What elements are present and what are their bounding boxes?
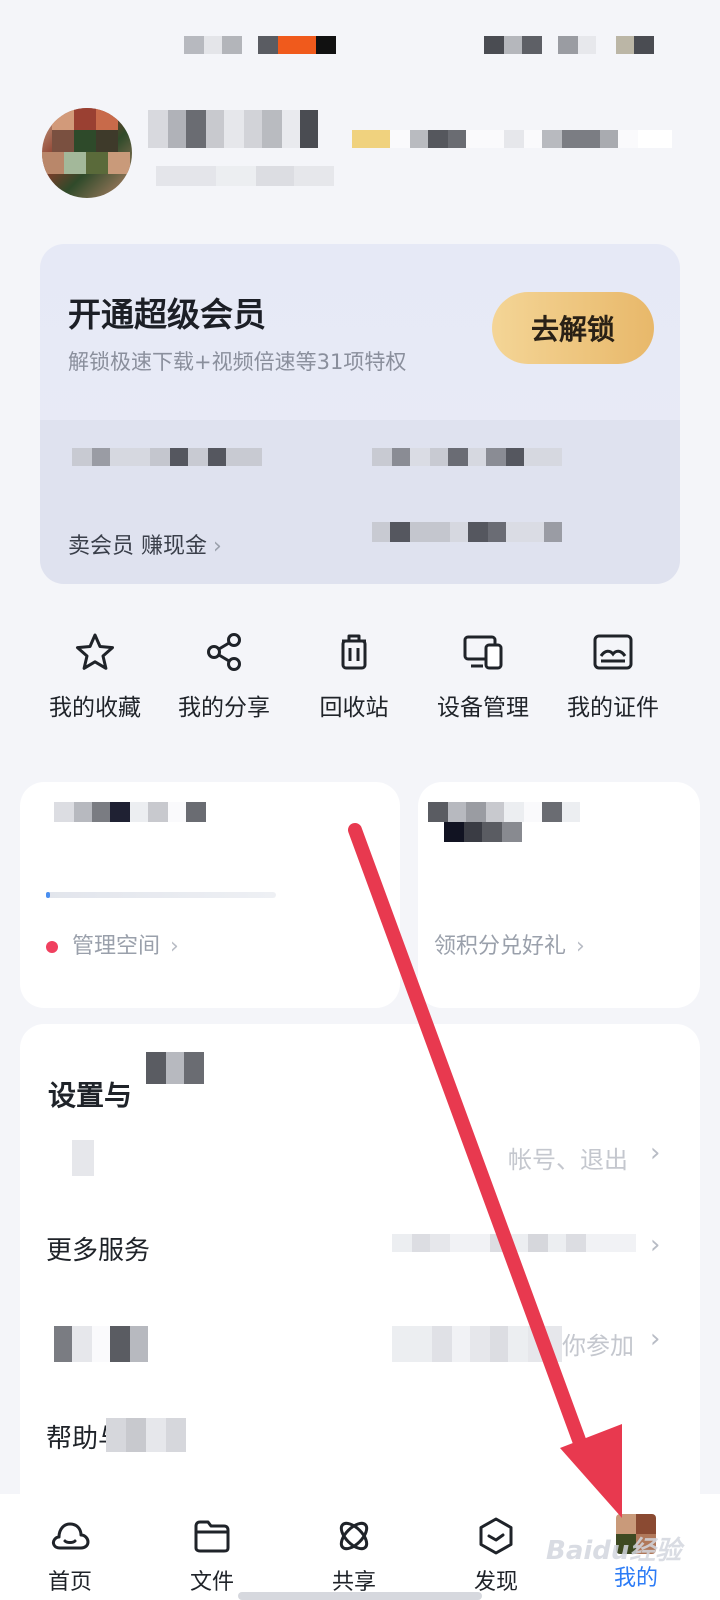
star-icon bbox=[76, 633, 114, 670]
vip-subtitle: 解锁极速下载+视频倍速等31项特权 bbox=[68, 350, 407, 374]
quick-action-label: 我的分享 bbox=[178, 695, 270, 721]
redeem-points-label: 领积分兑好礼 bbox=[434, 934, 567, 959]
home-indicator bbox=[238, 1592, 482, 1600]
tab-label: 首页 bbox=[47, 1570, 92, 1595]
points-mosaic bbox=[428, 802, 598, 822]
tab-discover[interactable]: 发现 bbox=[446, 1514, 546, 1596]
manage-space-link[interactable]: 管理空间 › bbox=[46, 928, 179, 960]
redeem-points-link[interactable]: 领积分兑好礼 › bbox=[434, 928, 585, 960]
sell-vip-link[interactable]: 卖会员 赚现金 › bbox=[68, 528, 222, 560]
tab-shared[interactable]: 共享 bbox=[304, 1514, 404, 1596]
vip-promo-mosaic bbox=[372, 522, 562, 542]
membership-badge-mosaic[interactable] bbox=[352, 130, 672, 148]
cloud-home-icon bbox=[51, 1522, 90, 1550]
vip-title: 开通超级会员 bbox=[68, 295, 266, 334]
vip-benefit-mosaic bbox=[72, 448, 262, 466]
invite-hint-mosaic bbox=[392, 1326, 562, 1362]
quick-action-label: 设备管理 bbox=[437, 695, 529, 721]
trash-icon bbox=[341, 634, 367, 670]
watermark: Baidu经验 bbox=[546, 1536, 682, 1566]
username-mosaic bbox=[148, 110, 318, 148]
more-services-hint-mosaic bbox=[392, 1234, 636, 1252]
chevron-right-icon: › bbox=[213, 534, 222, 559]
notification-dot bbox=[46, 941, 58, 953]
quick-action-id-cards[interactable]: 我的证件 bbox=[548, 630, 678, 722]
unlock-button[interactable]: 去解锁 bbox=[492, 292, 654, 364]
manage-space-label: 管理空间 bbox=[72, 934, 161, 959]
tab-home[interactable]: 首页 bbox=[20, 1514, 120, 1596]
storage-progress-bar bbox=[46, 892, 276, 898]
share-icon bbox=[207, 633, 241, 671]
sell-vip-label: 卖会员 赚现金 bbox=[68, 534, 207, 559]
settings-row-mosaic bbox=[72, 1140, 94, 1176]
invite-hint: 你参加 bbox=[562, 1332, 634, 1360]
chevron-right-icon: › bbox=[170, 934, 179, 959]
folder-icon bbox=[194, 1520, 230, 1553]
status-mosaic bbox=[258, 36, 336, 54]
storage-progress-fill bbox=[46, 892, 50, 898]
quick-action-label: 我的收藏 bbox=[49, 695, 141, 721]
settings-heading-label: 设置与 bbox=[48, 1079, 133, 1112]
avatar[interactable] bbox=[42, 108, 132, 198]
settings-row-mosaic bbox=[54, 1326, 148, 1362]
settings-heading: 设置与 bbox=[48, 1074, 132, 1114]
quick-action-label: 回收站 bbox=[319, 695, 389, 721]
discover-icon bbox=[479, 1517, 513, 1555]
status-mosaic bbox=[484, 36, 542, 54]
chevron-right-icon: › bbox=[650, 1230, 661, 1260]
chevron-right-icon: › bbox=[650, 1138, 661, 1168]
account-hint: 帐号、退出 bbox=[508, 1146, 628, 1174]
points-mosaic bbox=[444, 822, 522, 842]
status-mosaic bbox=[558, 36, 654, 54]
chevron-right-icon: › bbox=[576, 934, 585, 959]
quick-action-favorites[interactable]: 我的收藏 bbox=[30, 630, 160, 722]
quick-action-devices[interactable]: 设备管理 bbox=[418, 630, 548, 722]
help-mosaic bbox=[106, 1418, 186, 1452]
quick-action-shares[interactable]: 我的分享 bbox=[159, 630, 289, 722]
status-bar bbox=[0, 0, 720, 90]
id-card-icon bbox=[593, 634, 633, 670]
settings-heading-mosaic bbox=[146, 1052, 204, 1084]
quick-action-recycle-bin[interactable]: 回收站 bbox=[289, 630, 419, 722]
user-subtitle-mosaic bbox=[156, 166, 334, 186]
quick-action-label: 我的证件 bbox=[567, 695, 659, 721]
share-orbit-icon bbox=[339, 1521, 369, 1551]
status-mosaic bbox=[184, 36, 242, 54]
more-services-label: 更多服务 bbox=[46, 1236, 151, 1266]
tab-files[interactable]: 文件 bbox=[162, 1514, 262, 1596]
chevron-right-icon: › bbox=[650, 1324, 661, 1354]
storage-usage-mosaic bbox=[54, 802, 206, 822]
devices-icon bbox=[463, 635, 503, 670]
vip-benefit-mosaic bbox=[372, 448, 562, 466]
